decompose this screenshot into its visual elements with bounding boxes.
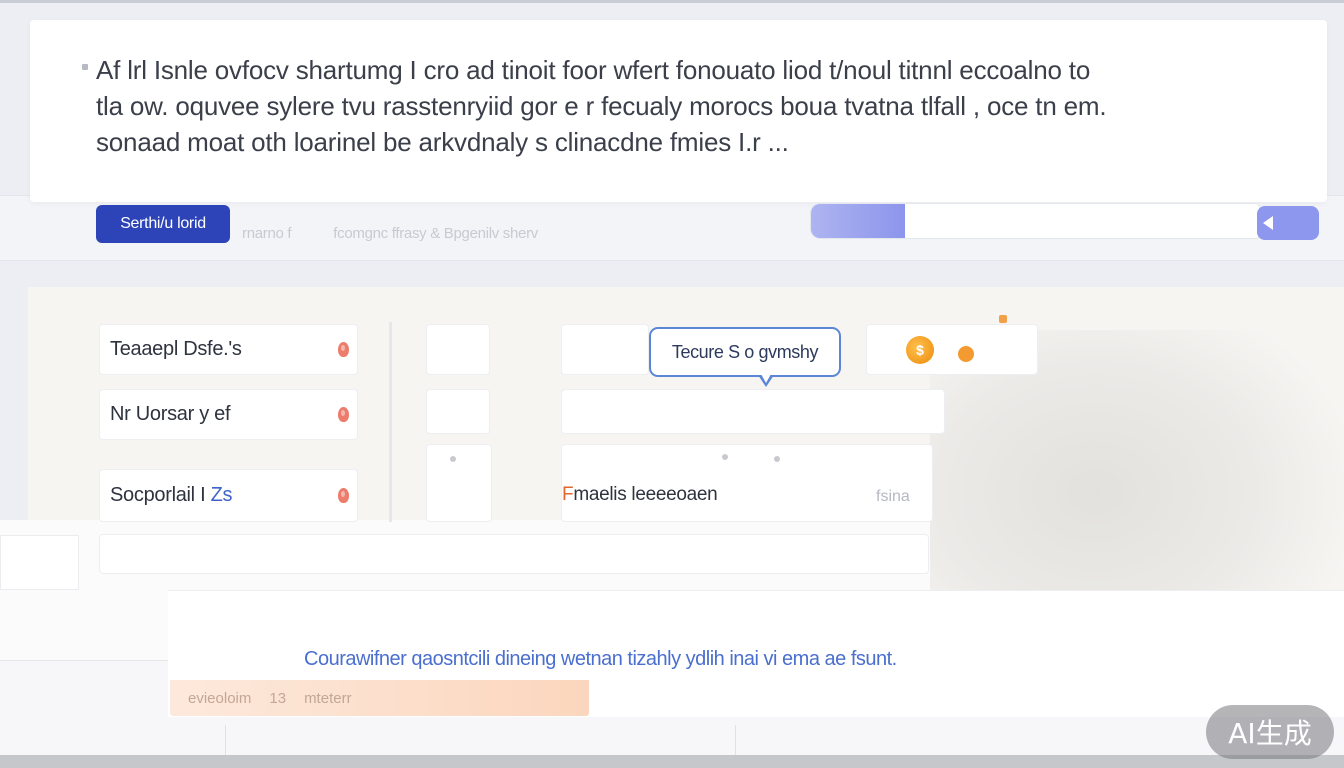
list-item[interactable]: Teaaepl Dsfe.'s <box>99 324 358 375</box>
field-label: Fmaelis leeeeoaen <box>562 484 718 506</box>
list-item-label: Teaaepl Dsfe.'s <box>110 338 242 360</box>
window-top-border <box>0 0 1344 3</box>
footer-divider <box>225 725 226 755</box>
slot-cell[interactable] <box>426 324 490 375</box>
drop-icon <box>338 342 349 357</box>
message-line: tla ow. oquvee sylere tvu rasstenryiid g… <box>96 91 1107 121</box>
progress-fill <box>811 204 906 238</box>
toolbar-hint: rnarno f fcomgnc ffrasy & Bpgenilv sherv <box>242 225 580 242</box>
column-divider <box>389 322 392 522</box>
message-text: Af lrl Isnle ovfocv shartumg I cro ad ti… <box>96 52 1286 160</box>
drop-icon <box>338 407 349 422</box>
ai-generated-badge: AI生成 <box>1206 705 1334 759</box>
coin-cell[interactable] <box>866 324 1038 375</box>
progress-next-button[interactable] <box>1257 206 1319 240</box>
slot-cell[interactable] <box>561 324 649 375</box>
status-item: mteterr <box>304 689 352 707</box>
list-item-label: Socporlail I Zs <box>110 484 338 507</box>
info-text: Courawifner qaosntcili dineing wetnan ti… <box>304 648 897 670</box>
slot-cell[interactable] <box>426 444 492 522</box>
message-card: Af lrl Isnle ovfocv shartumg I cro ad ti… <box>30 20 1327 202</box>
list-item-accent: Zs <box>210 484 233 506</box>
tooltip-tail-inner <box>761 374 771 383</box>
progress-bar <box>810 203 1260 239</box>
hint-left: rnarno f <box>242 225 292 242</box>
wide-input-bar[interactable] <box>99 534 929 574</box>
slot-cell[interactable] <box>426 389 490 434</box>
coin-icon[interactable]: $ <box>906 336 934 364</box>
message-line: Af lrl Isnle ovfocv shartumg I cro ad ti… <box>96 55 1091 85</box>
status-item: 13 <box>269 689 287 707</box>
primary-button[interactable]: Serthi/u lorid <box>96 205 230 243</box>
message-bullet <box>82 64 88 70</box>
hint-right: fcomgnc ffrasy & Bpgenilv sherv <box>333 225 538 242</box>
field-label-initial: F <box>562 484 574 505</box>
drop-icon <box>338 488 349 503</box>
side-stub <box>0 535 79 590</box>
list-item-label: Nr Uorsar y ef <box>110 403 231 425</box>
list-item-text: Socporlail I <box>110 484 206 506</box>
list-item[interactable]: Nr Uorsar y ef <box>99 389 358 440</box>
row-dot <box>450 456 456 462</box>
notification-dot <box>958 346 974 362</box>
footer-divider <box>735 725 736 755</box>
tooltip: Tecure S o gvmshy <box>649 327 841 377</box>
field-label-text: maelis leeeeoaen <box>573 484 718 505</box>
status-item: evieoloim <box>188 689 252 707</box>
field-row[interactable] <box>561 444 933 522</box>
arrow-left-icon <box>1263 216 1273 230</box>
status-strip: evieoloim 13 mteterr <box>170 680 589 716</box>
row-dot <box>774 456 780 462</box>
marker-dot <box>999 315 1007 323</box>
footer-bar <box>0 755 1344 768</box>
row-dot <box>722 454 728 460</box>
input-row[interactable] <box>561 389 945 434</box>
message-line: sonaad moat oth loarinel be arkvdnaly s … <box>96 127 789 157</box>
field-suffix: fsina <box>876 488 910 505</box>
list-item[interactable]: Socporlail I Zs <box>99 469 358 522</box>
